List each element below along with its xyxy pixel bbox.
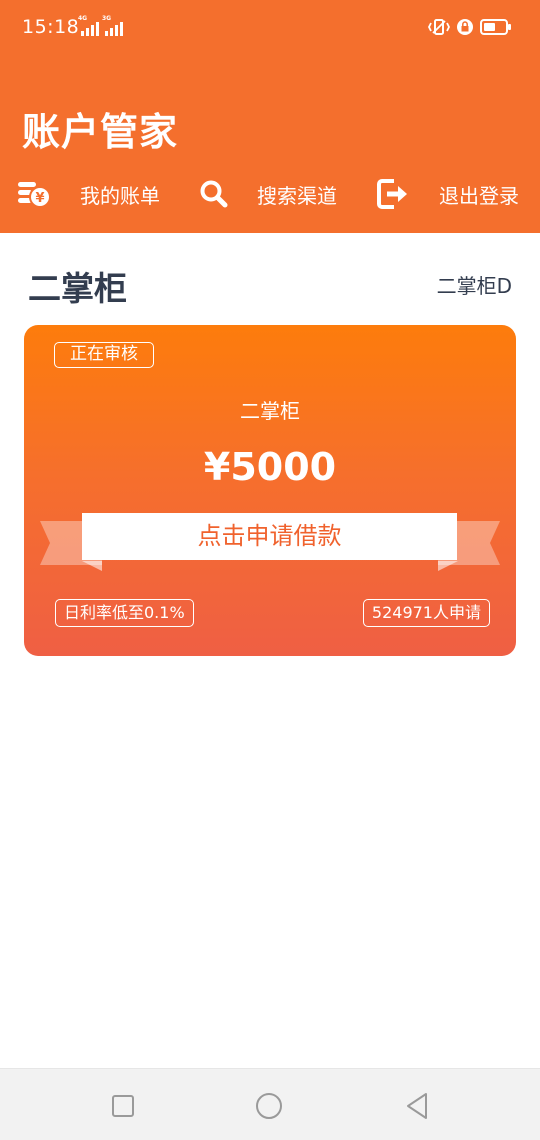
vibrate-icon — [428, 19, 450, 35]
section-subtitle: 二掌柜D — [436, 274, 512, 298]
status-time: 15:18 — [22, 16, 80, 38]
status-bar: 15:18 4G 3G — [0, 0, 540, 56]
product-name: 二掌柜 — [240, 399, 300, 423]
nav-my-bill-label: 我的账单 — [80, 183, 160, 208]
network-type-label: 4G — [78, 15, 88, 22]
nav-my-bill[interactable]: ¥ 我的账单 — [16, 172, 160, 216]
daily-rate-badge: 日利率低至0.1% — [55, 599, 194, 627]
loan-product-card[interactable]: 正在审核 二掌柜 ¥5000 点击申请借款 日利率低至0.1% 524971人申… — [24, 325, 516, 656]
apply-loan-button[interactable]: 点击申请借款 — [82, 513, 457, 560]
network-type-label: 3G — [102, 15, 112, 22]
status-icons — [428, 17, 518, 37]
nav-search-channel-label: 搜索渠道 — [257, 183, 337, 208]
nav-search-channel[interactable]: 搜索渠道 — [196, 172, 337, 216]
bill-coin-icon: ¥ — [16, 176, 52, 212]
app-header: 15:18 4G 3G 账户管家 ¥ 我的账单 搜索渠道 退出登录 — [0, 0, 540, 233]
search-icon — [196, 176, 232, 212]
apply-count-badge: 524971人申请 — [362, 599, 490, 627]
status-badge: 正在审核 — [54, 342, 154, 368]
back-icon[interactable] — [402, 1091, 432, 1121]
page: 15:18 4G 3G 账户管家 ¥ 我的账单 搜索渠道 退出登录 二掌柜 二掌… — [0, 0, 540, 1140]
svg-text:¥: ¥ — [35, 191, 44, 206]
battery-icon — [480, 19, 511, 35]
app-title: 账户管家 — [22, 110, 179, 154]
lock-rotation-icon — [457, 19, 473, 35]
home-icon[interactable] — [254, 1091, 284, 1121]
nav-logout-label: 退出登录 — [439, 183, 519, 208]
nav-logout[interactable]: 退出登录 — [375, 172, 519, 216]
recent-apps-icon[interactable] — [108, 1091, 138, 1121]
logout-icon — [375, 176, 411, 212]
loan-amount: ¥5000 — [203, 445, 337, 489]
section-title: 二掌柜 — [28, 269, 127, 308]
system-navigation-bar — [0, 1068, 540, 1140]
